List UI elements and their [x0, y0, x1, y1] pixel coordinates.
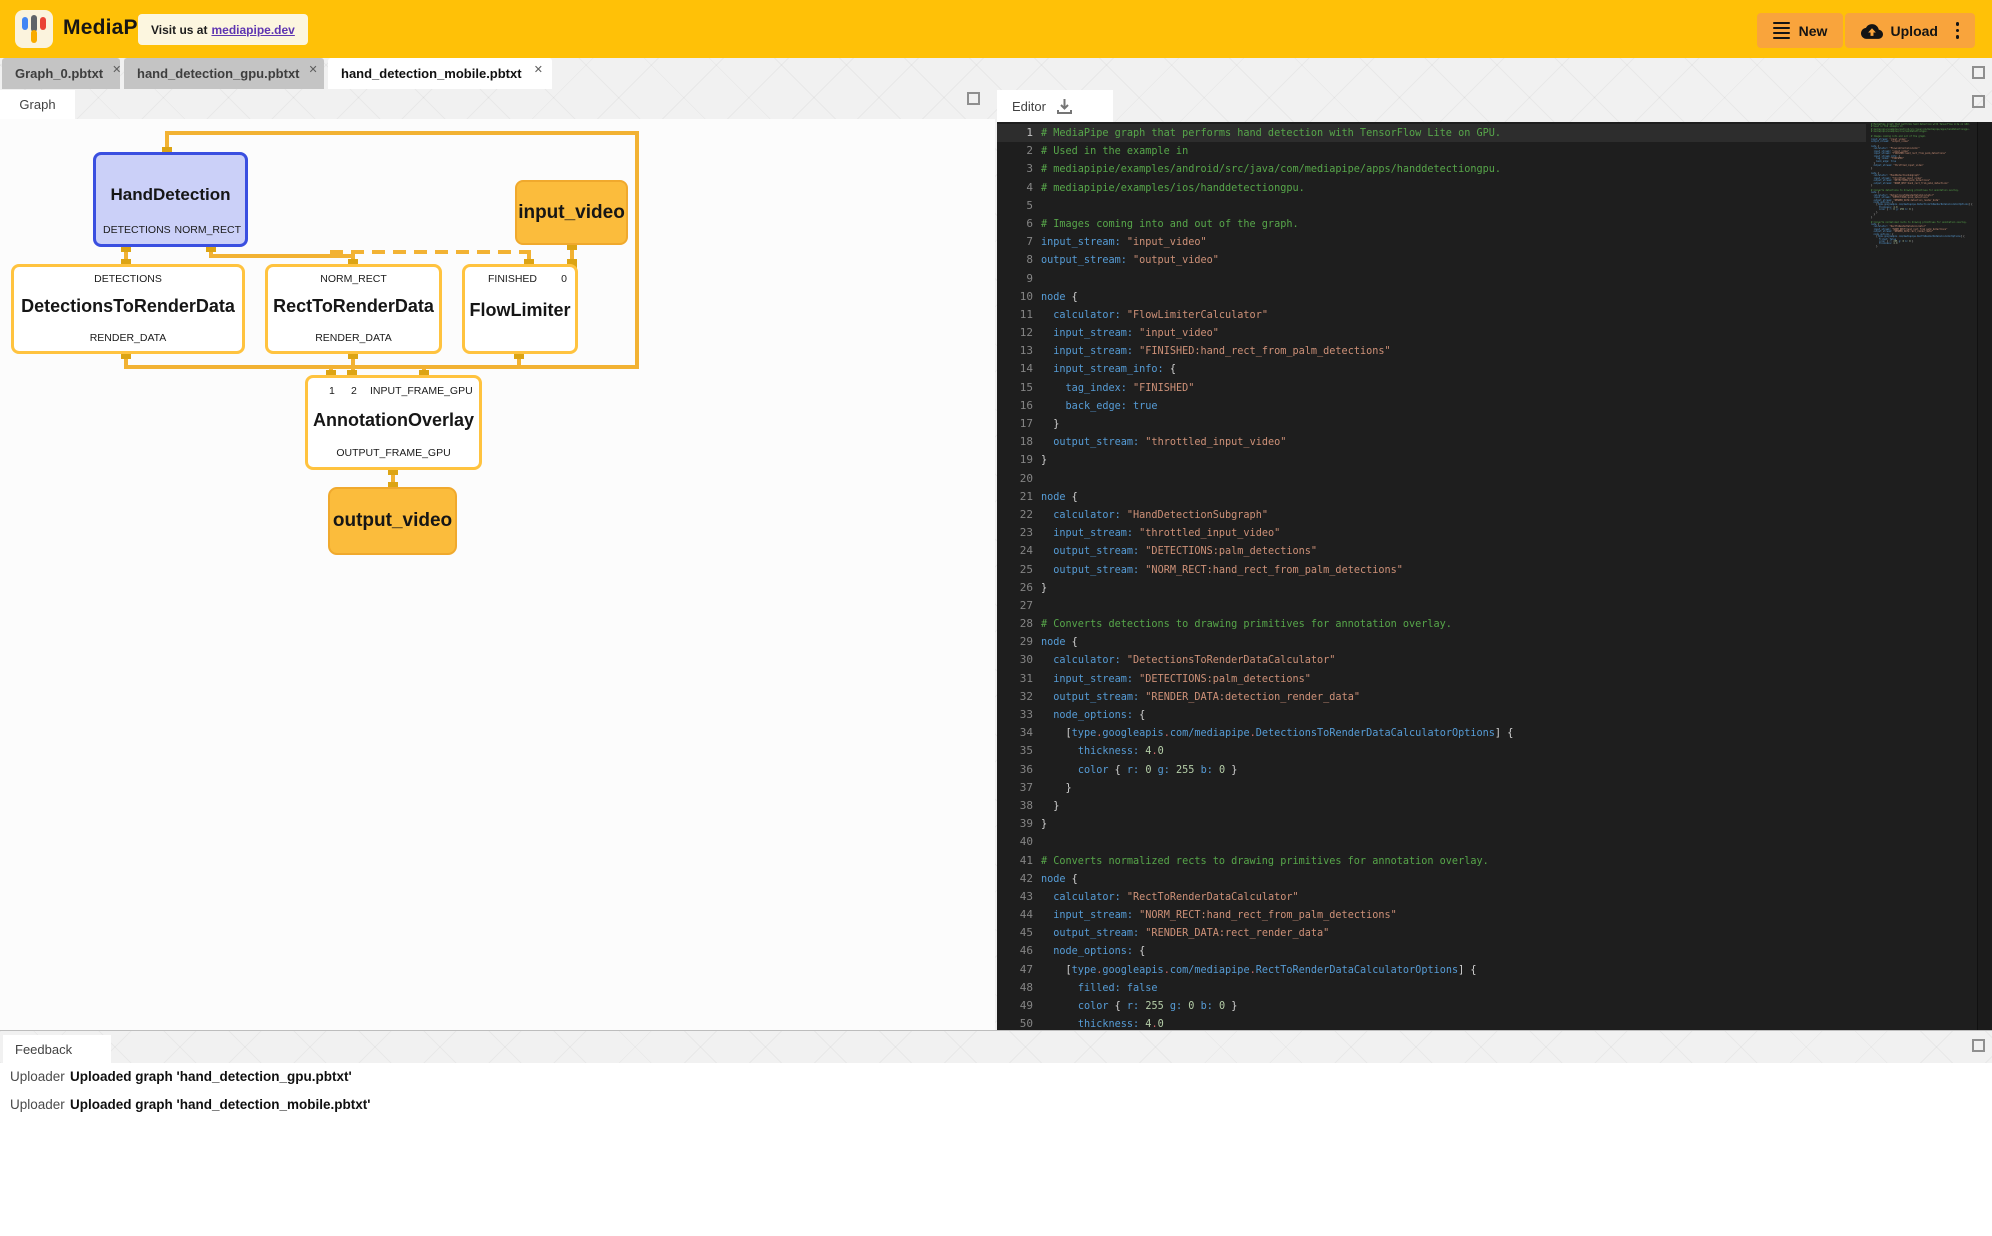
upload-button-label: Upload [1891, 23, 1938, 39]
node-output-video[interactable]: output_video [328, 487, 457, 555]
more-options-icon[interactable] [1956, 22, 1960, 39]
tab-hand-detection-mobile-pbtxt[interactable]: hand_detection_mobile.pbtxt ✕ [328, 58, 552, 89]
upload-button[interactable]: Upload [1845, 13, 1975, 48]
close-icon[interactable]: ✕ [112, 63, 121, 76]
editor-scrollbar[interactable] [1977, 122, 1992, 1030]
minimap-content: # MediaPipe graph that performs hand det… [1871, 124, 1977, 248]
node-title: output_video [333, 510, 452, 532]
node-port: OUTPUT_FRAME_GPU [308, 447, 479, 459]
app-header: MediaPipe Visit us at mediapipe.dev New … [0, 0, 1992, 58]
maximize-editor-panel-icon[interactable] [1972, 95, 1985, 108]
graph-back-edge-dashed [330, 250, 527, 254]
new-list-icon [1773, 19, 1790, 42]
editor-tab-label: Editor [1012, 99, 1046, 114]
minimap[interactable]: # MediaPipe graph that performs hand det… [1866, 122, 1977, 1030]
node-hand-detection[interactable]: HandDetection DETECTIONS NORM_RECT [93, 152, 248, 247]
node-input-video[interactable]: input_video [515, 180, 628, 245]
close-icon[interactable]: ✕ [309, 63, 318, 76]
feedback-text: Uploaded graph 'hand_detection_gpu.pbtxt… [70, 1069, 352, 1084]
feedback-log: Uploader Uploaded graph 'hand_detection_… [0, 1063, 1992, 1236]
download-icon[interactable] [1056, 98, 1073, 115]
code-lines[interactable]: 1# MediaPipe graph that performs hand de… [997, 124, 1866, 1030]
graph-canvas[interactable]: HandDetection DETECTIONS NORM_RECT input… [0, 119, 995, 1030]
code-editor[interactable]: 1# MediaPipe graph that performs hand de… [997, 122, 1992, 1030]
feedback-source: Uploader [10, 1069, 65, 1084]
node-rect-to-render-data[interactable]: NORM_RECT RectToRenderData RENDER_DATA [265, 264, 442, 354]
node-title: FlowLimiter [465, 300, 575, 321]
node-annotation-overlay[interactable]: 1 2 INPUT_FRAME_GPU AnnotationOverlay OU… [305, 375, 482, 470]
node-port: NORM_RECT [268, 273, 439, 285]
graph-edge [209, 254, 355, 258]
graph-edge [165, 131, 639, 135]
node-port: 1 [329, 385, 335, 397]
new-button-label: New [1799, 23, 1828, 39]
feedback-source: Uploader [10, 1097, 65, 1112]
close-icon[interactable]: ✕ [534, 63, 543, 76]
visit-us-chip: Visit us at mediapipe.dev [138, 14, 308, 45]
node-title: input_video [518, 202, 625, 224]
feedback-text: Uploaded graph 'hand_detection_mobile.pb… [70, 1097, 370, 1112]
graph-edge [124, 365, 639, 369]
node-title: AnnotationOverlay [308, 410, 479, 431]
node-port: DETECTIONS [103, 224, 171, 236]
graph-panel-tab[interactable]: Graph [0, 90, 75, 119]
node-port: RENDER_DATA [268, 332, 439, 344]
tab-label: hand_detection_gpu.pbtxt [137, 66, 300, 81]
cloud-upload-icon [1861, 23, 1883, 39]
node-port: 0 [561, 273, 567, 285]
visit-label: Visit us at [151, 23, 207, 37]
tab-label: hand_detection_mobile.pbtxt [341, 66, 522, 81]
feedback-tab-label: Feedback [15, 1042, 72, 1057]
node-port: DETECTIONS [14, 273, 242, 285]
graph-edge [635, 131, 639, 369]
node-detections-to-render-data[interactable]: DETECTIONS DetectionsToRenderData RENDER… [11, 264, 245, 354]
node-title: RectToRenderData [268, 296, 439, 317]
node-title: HandDetection [96, 185, 245, 205]
maximize-feedback-panel-icon[interactable] [1972, 1039, 1985, 1052]
node-port: 2 [351, 385, 357, 397]
node-port: NORM_RECT [174, 224, 241, 236]
node-flow-limiter[interactable]: FINISHED 0 FlowLimiter [462, 264, 578, 354]
feedback-message-row: Uploader Uploaded graph 'hand_detection_… [0, 1097, 1992, 1119]
mediapipe-logo-icon [15, 10, 53, 48]
tab-hand-detection-gpu-pbtxt[interactable]: hand_detection_gpu.pbtxt ✕ [124, 58, 324, 89]
editor-panel-tab[interactable]: Editor [997, 90, 1113, 122]
node-port: RENDER_DATA [14, 332, 242, 344]
node-title: DetectionsToRenderData [14, 296, 242, 317]
mediapipe-dev-link[interactable]: mediapipe.dev [211, 23, 294, 37]
node-port: INPUT_FRAME_GPU [370, 385, 473, 397]
tab-graph-0-pbtxt[interactable]: Graph_0.pbtxt ✕ [2, 58, 120, 89]
node-port: FINISHED [488, 273, 537, 285]
maximize-graph-panel-icon[interactable] [967, 92, 980, 105]
feedback-message-row: Uploader Uploaded graph 'hand_detection_… [0, 1069, 1992, 1091]
graph-tab-label: Graph [19, 97, 55, 112]
feedback-panel-tab[interactable]: Feedback [3, 1035, 111, 1063]
feedback-bar [0, 1030, 1992, 1063]
tab-label: Graph_0.pbtxt [15, 66, 103, 81]
maximize-tabs-row-icon[interactable] [1972, 66, 1985, 79]
new-button[interactable]: New [1757, 13, 1843, 48]
